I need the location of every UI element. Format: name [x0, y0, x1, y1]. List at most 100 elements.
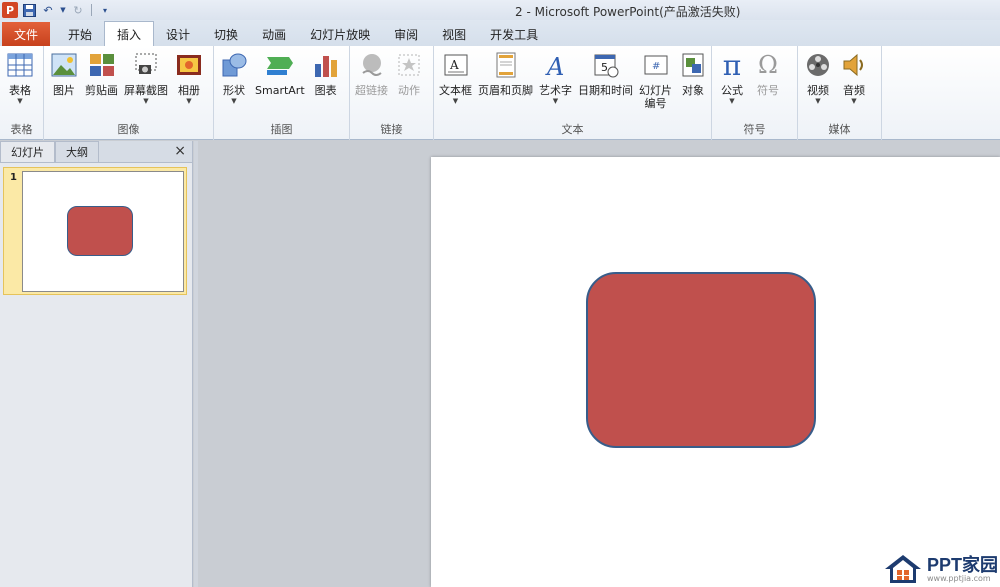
undo-dropdown-icon[interactable]: ▼: [59, 2, 67, 18]
hyperlink-button[interactable]: 超链接: [352, 50, 391, 120]
smartart-button[interactable]: SmartArt: [252, 50, 308, 120]
symbol-button[interactable]: Ω 符号: [750, 50, 786, 120]
header-footer-button[interactable]: 页眉和页脚: [475, 50, 536, 120]
chart-button[interactable]: 图表: [308, 50, 344, 120]
slide-thumbnail[interactable]: [22, 171, 184, 292]
datetime-button[interactable]: 5 日期和时间: [575, 50, 636, 120]
tab-insert[interactable]: 插入: [104, 21, 155, 46]
ribbon-tabs: 文件 开始 插入 设计 切换 动画 幻灯片放映 审阅 视图 开发工具: [0, 20, 1000, 46]
slide-number-icon: #: [641, 50, 671, 80]
pane-tabs: 幻灯片 大纲 ×: [0, 141, 192, 163]
save-icon[interactable]: [21, 2, 37, 18]
slide-number-button[interactable]: # 幻灯片 编号: [636, 50, 675, 120]
redo-icon[interactable]: ↻: [70, 2, 86, 18]
watermark-brand: PPT家园: [926, 554, 998, 575]
svg-text:A: A: [449, 58, 459, 72]
album-label: 相册: [178, 84, 200, 97]
tab-view[interactable]: 视图: [430, 22, 478, 46]
tab-outline[interactable]: 大纲: [55, 141, 99, 162]
slide-number-label: 幻灯片 编号: [639, 84, 672, 110]
table-icon: [5, 50, 35, 80]
textbox-icon: A: [441, 50, 471, 80]
video-button[interactable]: 视频 ▼: [800, 50, 836, 120]
tab-file[interactable]: 文件: [2, 22, 50, 46]
wordart-button[interactable]: A 艺术字 ▼: [536, 50, 575, 120]
group-illustrations: 形状 ▼ SmartArt 图表 插图: [214, 46, 350, 140]
clipart-icon: [87, 50, 117, 80]
tab-review[interactable]: 审阅: [382, 22, 430, 46]
picture-icon: [49, 50, 79, 80]
svg-text:#: #: [652, 61, 660, 72]
tab-design[interactable]: 设计: [154, 22, 202, 46]
tab-developer[interactable]: 开发工具: [478, 22, 550, 46]
object-label: 对象: [682, 84, 704, 97]
table-label: 表格: [9, 84, 31, 97]
picture-label: 图片: [53, 84, 75, 97]
customize-qat-icon[interactable]: ▾: [97, 2, 113, 18]
slide-thumbnail-item[interactable]: 1: [3, 167, 187, 295]
equation-button[interactable]: π 公式 ▼: [714, 48, 750, 120]
group-images: 图片 剪贴画 屏幕截图 ▼ 相册 ▼ 图像: [44, 46, 214, 140]
group-label-images: 图像: [117, 123, 140, 136]
group-label-table: 表格: [10, 123, 33, 136]
omega-icon: Ω: [758, 51, 778, 79]
clipart-button[interactable]: 剪贴画: [82, 50, 121, 120]
hyperlink-icon: [357, 50, 387, 80]
action-label: 动作: [398, 84, 420, 97]
table-button[interactable]: 表格 ▼: [2, 50, 38, 120]
screenshot-icon: [131, 50, 161, 80]
tab-home[interactable]: 开始: [56, 22, 104, 46]
tab-slideshow[interactable]: 幻灯片放映: [298, 22, 382, 46]
clipart-label: 剪贴画: [85, 84, 118, 97]
datetime-label: 日期和时间: [578, 84, 633, 97]
shapes-label: 形状: [223, 84, 245, 97]
object-button[interactable]: 对象: [675, 50, 711, 120]
watermark-url: www.pptjia.com: [926, 573, 991, 583]
picture-button[interactable]: 图片: [46, 50, 82, 120]
tab-animations[interactable]: 动画: [250, 22, 298, 46]
rounded-rectangle-shape[interactable]: [586, 272, 816, 448]
shapes-button[interactable]: 形状 ▼: [216, 50, 252, 120]
object-icon: [678, 50, 708, 80]
undo-icon[interactable]: ↶: [40, 2, 56, 18]
tab-slides[interactable]: 幻灯片: [0, 141, 55, 162]
watermark: PPT家园 www.pptjia.com: [883, 553, 998, 585]
title-bar: P ↶ ▼ ↻ ▾ 2 - Microsoft PowerPoint(产品激活失…: [0, 0, 1000, 20]
ribbon: 表格 ▼ 表格 图片 剪贴画 屏幕截图 ▼ 相册 ▼ 图像 形状 ▼ Smart…: [0, 46, 1000, 140]
group-table: 表格 ▼ 表格: [0, 46, 44, 140]
album-button[interactable]: 相册 ▼: [171, 50, 207, 120]
qat-separator: [91, 4, 92, 16]
action-button[interactable]: 动作: [391, 50, 427, 120]
audio-button[interactable]: 音频 ▼: [836, 50, 872, 120]
group-media: 视频 ▼ 音频 ▼ 媒体: [798, 46, 882, 140]
chart-label: 图表: [314, 84, 337, 97]
group-label-text: 文本: [561, 123, 584, 136]
slide-editor: [198, 141, 1000, 587]
quick-access-toolbar: P ↶ ▼ ↻ ▾: [0, 0, 113, 20]
screenshot-label: 屏幕截图: [124, 84, 168, 97]
house-logo-icon: [884, 555, 921, 583]
pi-icon: π: [722, 48, 742, 82]
wordart-icon: A: [541, 50, 571, 80]
speaker-icon: [839, 50, 869, 80]
tab-transitions[interactable]: 切换: [202, 22, 250, 46]
symbol-label: 符号: [757, 84, 779, 97]
film-reel-icon: [803, 50, 833, 80]
hyperlink-label: 超链接: [355, 84, 388, 97]
slides-pane: 幻灯片 大纲 × 1: [0, 141, 193, 587]
chevron-down-icon: ▼: [143, 97, 149, 105]
header-footer-label: 页眉和页脚: [478, 84, 533, 97]
chevron-down-icon: ▼: [552, 97, 559, 105]
group-label-symbols: 符号: [743, 123, 766, 136]
shapes-icon: [219, 50, 249, 80]
chevron-down-icon: ▼: [186, 97, 192, 105]
powerpoint-logo-icon[interactable]: P: [2, 2, 18, 18]
group-text: A 文本框 ▼ 页眉和页脚 A 艺术字 ▼ 5 日期和时间 # 幻灯片 编号 对…: [434, 46, 712, 140]
video-label: 视频: [807, 84, 829, 97]
slide-canvas[interactable]: [431, 157, 1000, 587]
close-icon[interactable]: ×: [174, 143, 186, 159]
photo-album-icon: [174, 50, 204, 80]
chevron-down-icon: ▼: [231, 97, 237, 105]
textbox-button[interactable]: A 文本框 ▼: [436, 50, 475, 120]
screenshot-button[interactable]: 屏幕截图 ▼: [121, 50, 171, 120]
